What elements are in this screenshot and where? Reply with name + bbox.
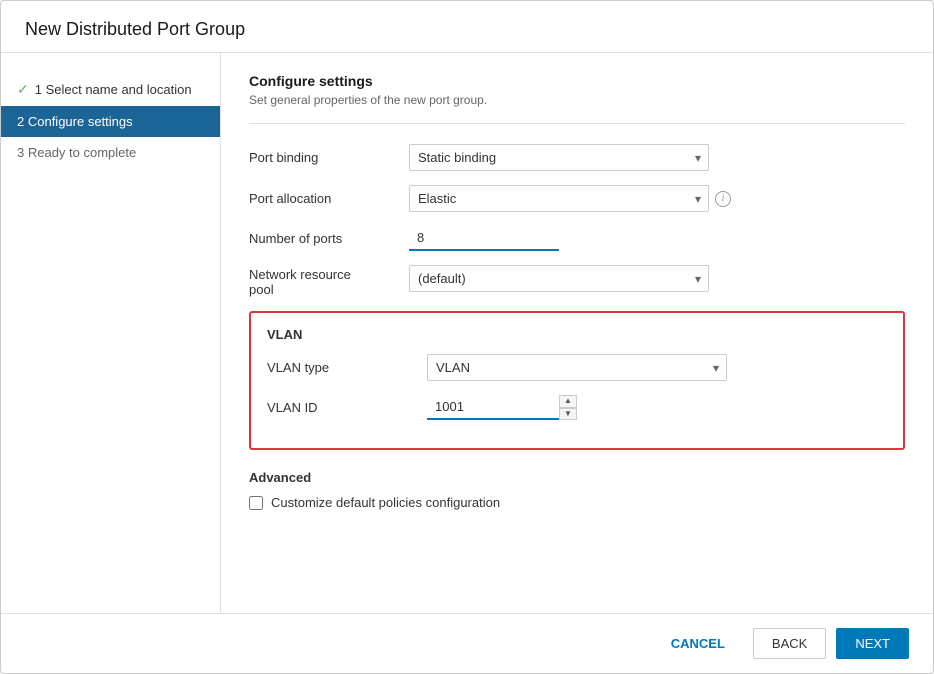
vlan-id-increment-button[interactable]: ▲ [559, 395, 577, 408]
section-divider [249, 123, 905, 124]
customize-checkbox-row: Customize default policies configuration [249, 495, 905, 510]
port-binding-control: Static binding Dynamic binding No bindin… [409, 144, 905, 171]
sidebar-step1-label: 1 Select name and location [35, 82, 192, 97]
port-allocation-select-wrapper: Elastic Fixed [409, 185, 709, 212]
dialog-body: ✓ 1 Select name and location 2 Configure… [1, 53, 933, 613]
back-button[interactable]: BACK [753, 628, 826, 659]
number-of-ports-control [409, 226, 905, 251]
cancel-button[interactable]: CANCEL [653, 629, 743, 658]
sidebar-step2-label: 2 Configure settings [17, 114, 133, 129]
sidebar-step-3[interactable]: 3 Ready to complete [1, 137, 220, 168]
main-content: Configure settings Set general propertie… [221, 53, 933, 613]
port-binding-select[interactable]: Static binding Dynamic binding No bindin… [409, 144, 709, 171]
vlan-type-select-wrapper: VLAN None VLAN Trunking Private VLAN [427, 354, 727, 381]
network-resource-pool-label: Network resourcepool [249, 265, 409, 297]
number-of-ports-label: Number of ports [249, 231, 409, 246]
dialog-title: New Distributed Port Group [1, 1, 933, 53]
vlan-id-row: VLAN ID ▲ ▼ [267, 395, 887, 420]
network-resource-pool-control: (default) [409, 265, 905, 297]
port-binding-label: Port binding [249, 150, 409, 165]
port-allocation-select[interactable]: Elastic Fixed [409, 185, 709, 212]
check-icon-step1: ✓ [17, 81, 29, 98]
sidebar-step-1[interactable]: ✓ 1 Select name and location [1, 73, 220, 106]
sidebar: ✓ 1 Select name and location 2 Configure… [1, 53, 221, 613]
dialog-footer: CANCEL BACK NEXT [1, 613, 933, 673]
next-button[interactable]: NEXT [836, 628, 909, 659]
section-desc: Set general properties of the new port g… [249, 93, 905, 107]
port-binding-row: Port binding Static binding Dynamic bind… [249, 144, 905, 171]
advanced-title: Advanced [249, 470, 905, 485]
port-allocation-info-icon[interactable]: i [715, 191, 731, 207]
sidebar-step-2[interactable]: 2 Configure settings [1, 106, 220, 137]
customize-checkbox[interactable] [249, 496, 263, 510]
vlan-type-select[interactable]: VLAN None VLAN Trunking Private VLAN [427, 354, 727, 381]
vlan-type-label: VLAN type [267, 360, 427, 375]
section-title: Configure settings [249, 73, 905, 89]
number-of-ports-input[interactable] [409, 226, 559, 251]
port-allocation-label: Port allocation [249, 191, 409, 206]
vlan-id-input[interactable] [427, 395, 577, 420]
port-allocation-control: Elastic Fixed i [409, 185, 905, 212]
port-binding-select-wrapper: Static binding Dynamic binding No bindin… [409, 144, 709, 171]
vlan-type-control: VLAN None VLAN Trunking Private VLAN [427, 354, 887, 381]
customize-label[interactable]: Customize default policies configuration [271, 495, 500, 510]
vlan-id-label: VLAN ID [267, 400, 427, 415]
number-of-ports-row: Number of ports [249, 226, 905, 251]
vlan-box-title: VLAN [267, 327, 887, 342]
vlan-id-decrement-button[interactable]: ▼ [559, 408, 577, 421]
vlan-type-row: VLAN type VLAN None VLAN Trunking Privat… [267, 354, 887, 381]
vlan-id-spinner-wrap: ▲ ▼ [427, 395, 577, 420]
port-allocation-row: Port allocation Elastic Fixed i [249, 185, 905, 212]
new-distributed-port-group-dialog: New Distributed Port Group ✓ 1 Select na… [0, 0, 934, 674]
sidebar-step3-label: 3 Ready to complete [17, 145, 136, 160]
advanced-section: Advanced Customize default policies conf… [249, 470, 905, 510]
vlan-id-control: ▲ ▼ [427, 395, 887, 420]
vlan-id-spinner-buttons: ▲ ▼ [559, 395, 577, 420]
network-resource-pool-select-wrapper: (default) [409, 265, 709, 292]
vlan-box: VLAN VLAN type VLAN None VLAN Trunking P… [249, 311, 905, 450]
network-resource-pool-select[interactable]: (default) [409, 265, 709, 292]
network-resource-pool-row: Network resourcepool (default) [249, 265, 905, 297]
